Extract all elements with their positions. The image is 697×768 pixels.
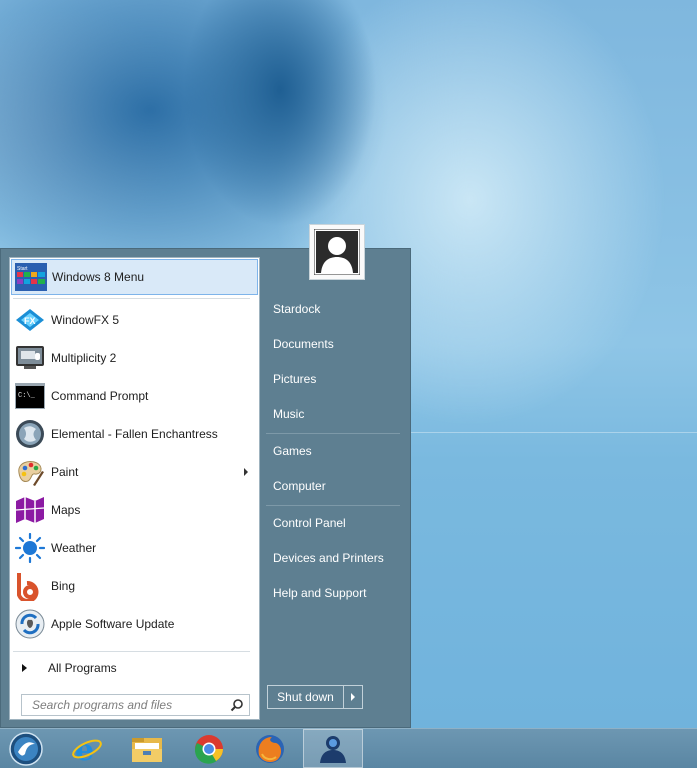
user-avatar[interactable] [309,224,365,280]
program-label: Weather [51,541,97,555]
search-box[interactable] [21,694,250,716]
windowfx-icon: FX [14,304,46,336]
maps-icon [14,494,46,526]
program-label: Multiplicity 2 [51,351,117,365]
start-menu: Start Windows 8 Menu FX WindowFX 5 Multi… [0,224,411,728]
svg-text:e: e [75,733,94,765]
firefox-icon [256,734,284,763]
program-maps[interactable]: Maps [11,492,258,528]
file-explorer-icon [132,737,162,762]
program-label: Paint [51,465,79,479]
right-item-games[interactable]: Games [266,436,406,466]
program-command-prompt[interactable]: C:\_ Command Prompt [11,378,258,414]
right-item-computer[interactable]: Computer [266,471,406,501]
taskbar-user-app[interactable] [303,729,363,768]
right-item-stardock[interactable]: Stardock [266,294,406,324]
right-item-music[interactable]: Music [266,399,406,429]
user-silhouette-icon [314,229,360,275]
program-label: Command Prompt [51,389,149,403]
program-bing[interactable]: Bing [11,568,258,604]
programs-pane: Start Windows 8 Menu FX WindowFX 5 Multi… [9,257,260,720]
windows8-menu-icon: Start [15,261,47,293]
search-input[interactable] [30,695,230,715]
right-separator [266,505,400,506]
all-programs-button[interactable]: All Programs [11,656,258,680]
program-label: Maps [51,503,81,517]
start-button[interactable] [0,729,52,768]
start-orb-icon [9,731,43,766]
elemental-icon [14,418,46,450]
shutdown-button[interactable]: Shut down [268,686,344,708]
programs-separator [13,298,250,299]
shutdown-options-button[interactable] [344,686,362,708]
chrome-icon [195,734,223,764]
program-paint[interactable]: Paint [11,454,258,490]
right-item-pictures[interactable]: Pictures [266,364,406,394]
svg-text:C:\_: C:\_ [18,392,36,400]
search-icon[interactable] [230,698,244,712]
program-weather[interactable]: Weather [11,530,258,566]
program-label: Windows 8 Menu [52,270,145,284]
right-item-devices-and-printers[interactable]: Devices and Printers [266,543,406,573]
right-item-help-and-support[interactable]: Help and Support [266,578,406,608]
svg-text:FX: FX [24,316,36,326]
right-item-control-panel[interactable]: Control Panel [266,508,406,538]
submenu-arrow-icon [244,468,248,476]
program-multiplicity-2[interactable]: Multiplicity 2 [11,340,258,376]
taskbar-firefox[interactable] [240,729,300,768]
program-label: Apple Software Update [51,617,175,631]
taskbar-chrome[interactable] [179,729,239,768]
program-label: Bing [51,579,76,593]
internet-explorer-icon: e [72,733,102,765]
bing-icon [14,570,46,602]
all-programs-label: All Programs [48,661,117,675]
right-separator [266,433,400,434]
right-item-documents[interactable]: Documents [266,329,406,359]
expand-arrow-icon [22,664,27,672]
taskbar-internet-explorer[interactable]: e [57,729,117,768]
chevron-right-icon [351,693,355,701]
program-apple-software-update[interactable]: Apple Software Update [11,606,258,642]
program-elemental-fallen-enchantress[interactable]: Elemental - Fallen Enchantress [11,416,258,452]
paint-icon [14,456,46,488]
wallpaper-horizon [410,432,697,433]
weather-icon [14,532,46,564]
multiplicity-icon [14,342,46,374]
program-windowfx-5[interactable]: FX WindowFX 5 [11,302,258,338]
program-label: Elemental - Fallen Enchantress [51,427,218,441]
user-app-icon [320,735,346,763]
taskbar: e [0,728,697,768]
program-windows-8-menu[interactable]: Start Windows 8 Menu [11,259,258,295]
program-label: WindowFX 5 [51,313,120,327]
shutdown-button-group: Shut down [267,685,363,709]
programs-separator [13,651,250,652]
taskbar-file-explorer[interactable] [117,729,177,768]
command-prompt-icon: C:\_ [14,380,46,412]
apple-software-update-icon [14,608,46,640]
svg-text:Start: Start [17,266,28,272]
